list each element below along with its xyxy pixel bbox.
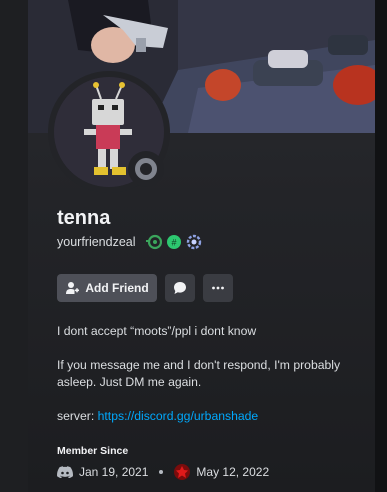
bio-line-1: I dont accept “moots”/ppl i dont know (57, 324, 257, 338)
more-options-button[interactable] (203, 274, 233, 302)
badge-list: # (145, 234, 202, 250)
server-join-date: May 12, 2022 (196, 465, 270, 479)
boost-badge-icon[interactable] (186, 234, 202, 250)
right-panel-edge (375, 0, 387, 492)
bio-server-line: server: https://discord.gg/urbanshade (57, 408, 367, 425)
separator-dot (159, 470, 164, 474)
display-name: tenna (57, 207, 111, 229)
username[interactable]: yourfriendzeal (57, 235, 136, 249)
message-button[interactable] (165, 274, 195, 302)
add-friend-icon (66, 282, 80, 294)
bio-line-2: If you message me and I don't respond, I… (57, 358, 341, 389)
hypesquad-badge-icon[interactable]: # (166, 234, 182, 250)
add-friend-button[interactable]: Add Friend (57, 274, 157, 302)
server-label: server: (57, 409, 98, 423)
action-buttons: Add Friend (57, 274, 233, 302)
add-friend-label: Add Friend (85, 281, 149, 295)
discord-join-date: Jan 19, 2021 (79, 465, 149, 479)
bio-section: I dont accept “moots”/ppl i dont know If… (57, 323, 367, 442)
left-panel-edge (0, 0, 28, 492)
status-indicator (128, 151, 164, 187)
ellipsis-icon (212, 286, 224, 290)
discord-logo-icon (57, 466, 73, 478)
svg-text:#: # (171, 238, 176, 248)
member-since-heading: Member Since (57, 445, 129, 457)
chat-bubble-icon (174, 282, 186, 294)
server-invite-link[interactable]: https://discord.gg/urbanshade (98, 409, 259, 423)
server-icon (174, 464, 191, 480)
member-since-row: Jan 19, 2021 May 12, 2022 (57, 464, 269, 480)
nitro-badge-icon[interactable] (145, 234, 162, 250)
profile-card: tenna yourfriendzeal # Add Friend I dont… (28, 0, 375, 492)
offline-status-icon (135, 158, 157, 180)
username-row: yourfriendzeal # (57, 234, 202, 250)
